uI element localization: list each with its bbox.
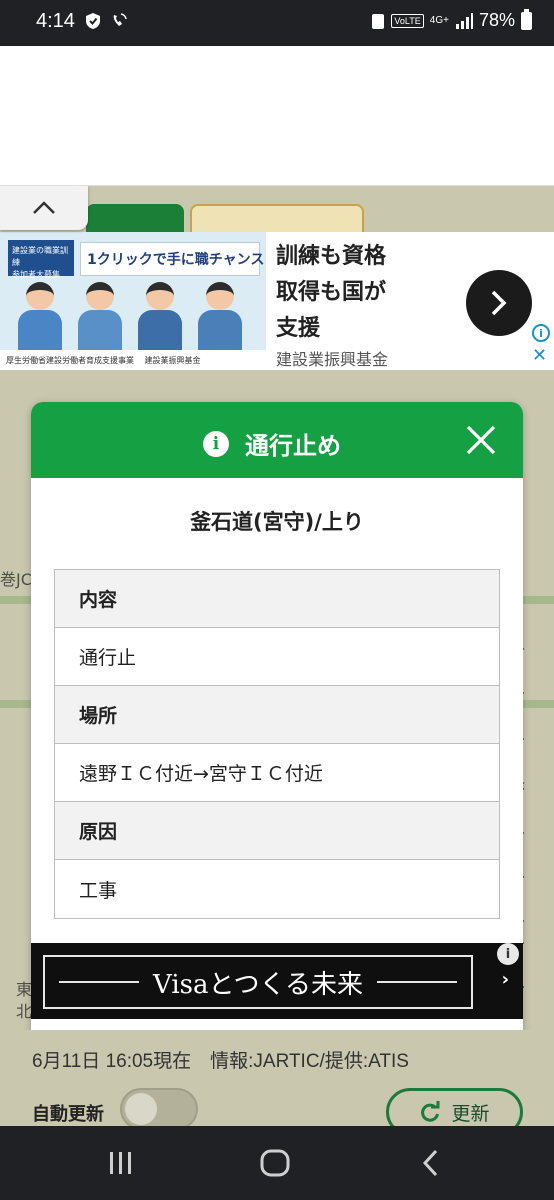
table-header-cell: 原因 [55, 802, 499, 860]
closure-info-dialog: i 通行止め 釜石道(宮守)/上り 内容 通行止 場所 遠野ＩＣ付近→宮守ＩＣ付… [31, 402, 523, 1043]
top-blank-area [0, 46, 554, 186]
status-time: 4:14 [36, 10, 75, 32]
wifi-call-icon [113, 13, 127, 26]
refresh-icon [421, 1101, 440, 1122]
recycle-icon [372, 13, 385, 29]
ad-tag: 建設業の職業訓練 参加者大募集 [8, 240, 74, 279]
auto-update-label: 自動更新 [32, 1104, 104, 1125]
bg-label: 東 [16, 980, 33, 999]
ad-footer-left: 厚生労働省建設労働者育成支援事業 [6, 356, 134, 365]
dialog-title: 通行止め [245, 432, 341, 460]
table-value-cell: 工事 [79, 879, 118, 902]
table-value-cell: 通行止 [55, 628, 499, 686]
status-bar: 4:14 VoLTE 4G+ 78% [0, 0, 554, 46]
visa-ad-text: Visaとつくる未来 [153, 969, 363, 1000]
route-name: 釜石道(宮守)/上り [190, 510, 364, 534]
chevron-right-icon[interactable]: › [502, 969, 509, 990]
ad-footer: 厚生労働省建設労働者育成支援事業 建設業振興基金 [0, 350, 266, 370]
closure-details-table: 内容 通行止 場所 遠野ＩＣ付近→宮守ＩＣ付近 原因 工事 [54, 569, 500, 919]
visa-ad-banner[interactable]: Visaとつくる未来 › i [31, 943, 523, 1019]
collapse-tab[interactable] [0, 186, 88, 230]
table-value-cell: 遠野ＩＣ付近→宮守ＩＣ付近 [55, 744, 499, 802]
back-icon[interactable] [414, 1148, 448, 1178]
ad-image: 建設業の職業訓練 参加者大募集 1クリックで手に職チャンス 厚生労働省建設労働者… [0, 232, 266, 370]
info-icon: i [203, 430, 229, 457]
chevron-right-icon [491, 290, 507, 316]
status-right: VoLTE 4G+ 78% [371, 8, 532, 31]
ad-headline-line: 取得も国が [276, 279, 387, 304]
page-footer: 6月11日 16:05現在 情報:JARTIC/提供:ATIS 自動更新 更新 [0, 1030, 554, 1136]
battery-percent: 78% [478, 10, 515, 30]
bg-label: 北 [16, 1002, 33, 1021]
ad-footer-right: 建設業振興基金 [144, 356, 201, 365]
table-header-cell: 内容 [55, 570, 499, 628]
home-icon[interactable] [258, 1148, 292, 1178]
visa-ad-rule [376, 981, 457, 983]
battery-icon [521, 8, 532, 30]
chevron-up-icon [33, 201, 55, 214]
ad-info-icon[interactable]: i [532, 324, 550, 342]
auto-update-toggle[interactable] [120, 1088, 198, 1130]
refresh-label: 更新 [451, 1102, 490, 1125]
update-timestamp: 6月11日 16:05現在 情報:JARTIC/提供:ATIS [32, 1051, 409, 1072]
shield-icon [86, 13, 100, 29]
network-type: 4G+ [429, 15, 449, 26]
ad-banner[interactable]: 建設業の職業訓練 参加者大募集 1クリックで手に職チャンス 厚生労働省建設労働者… [0, 232, 554, 370]
visa-ad-frame: Visaとつくる未来 [43, 955, 473, 1009]
recent-apps-icon[interactable] [104, 1148, 138, 1178]
visa-ad-rule [59, 981, 140, 983]
volte-badge: VoLTE [391, 13, 424, 28]
ad-tag-line: 建設業の職業訓練 [12, 246, 68, 267]
ad-close-icon[interactable]: ✕ [532, 347, 548, 365]
toggle-knob [125, 1093, 157, 1125]
system-nav-bar [0, 1126, 554, 1200]
ad-headline: 訓練も資格 取得も国が 支援 [276, 238, 466, 346]
ad-illustration [16, 280, 254, 350]
ad-info-icon[interactable]: i [497, 943, 519, 965]
table-header-cell: 場所 [55, 686, 499, 744]
ad-headline-line: 支援 [276, 315, 321, 340]
dialog-header: i 通行止め [31, 402, 523, 478]
ad-sponsor: 建設業振興基金 [276, 352, 389, 369]
signal-icon [455, 12, 473, 29]
ad-open-button[interactable] [466, 270, 532, 336]
ad-slogan: 1クリックで手に職チャンス [80, 242, 264, 276]
ad-headline-line: 訓練も資格 [276, 243, 387, 268]
close-icon[interactable] [465, 424, 497, 456]
